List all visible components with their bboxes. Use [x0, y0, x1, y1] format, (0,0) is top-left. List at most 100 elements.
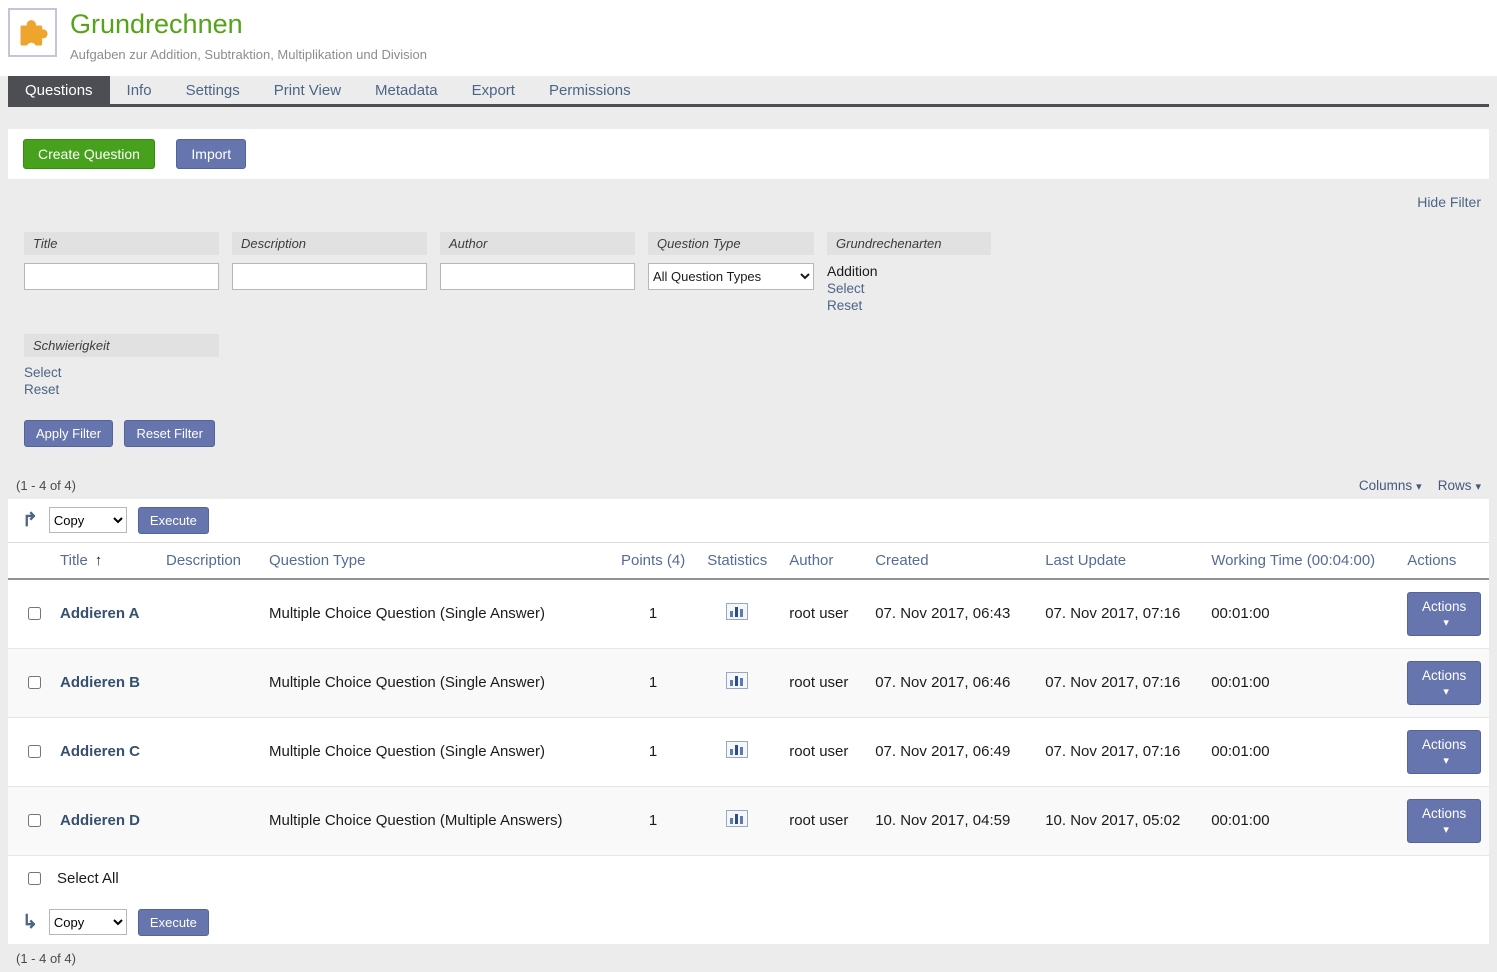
filter-author-input[interactable]: [440, 263, 635, 290]
select-all-label: Select All: [57, 870, 119, 887]
row-checkbox[interactable]: [28, 676, 41, 689]
tab-metadata[interactable]: Metadata: [358, 76, 455, 104]
toolbar: Create Question Import: [8, 129, 1489, 179]
execute-button-top[interactable]: Execute: [138, 507, 209, 534]
column-header-working-time: Working Time (00:04:00): [1203, 542, 1399, 579]
filter-author-label: Author: [440, 232, 635, 255]
filter-field-description: Description: [232, 232, 427, 290]
column-header-actions: Actions: [1399, 542, 1489, 579]
caret-down-icon: ▾: [1443, 755, 1449, 767]
caret-down-icon: ▾: [1475, 481, 1481, 493]
row-checkbox[interactable]: [28, 607, 41, 620]
points-cell: 1: [613, 579, 693, 649]
description-cell: [158, 648, 261, 717]
question-title-link[interactable]: Addieren D: [60, 812, 140, 829]
filter-question-type-label: Question Type: [648, 232, 814, 255]
actions-button-label: Actions: [1422, 668, 1466, 683]
hide-filter-link[interactable]: Hide Filter: [1417, 194, 1481, 210]
statistics-chart-icon[interactable]: [726, 603, 748, 624]
grundrechenarten-select-link[interactable]: Select: [827, 280, 991, 297]
working-time-cell: 00:01:00: [1203, 579, 1399, 649]
tab-permissions[interactable]: Permissions: [532, 76, 648, 104]
column-header-last-update[interactable]: Last Update: [1037, 542, 1203, 579]
grundrechenarten-reset-link[interactable]: Reset: [827, 297, 991, 314]
actions-button-label: Actions: [1422, 599, 1466, 614]
questions-table: Title↑ Description Question Type Points …: [8, 542, 1489, 856]
last-update-cell: 10. Nov 2017, 05:02: [1037, 786, 1203, 855]
schwierigkeit-select-link[interactable]: Select: [24, 364, 219, 381]
page: Grundrechnen Aufgaben zur Addition, Subt…: [0, 0, 1497, 972]
reset-filter-button[interactable]: Reset Filter: [124, 420, 214, 447]
questions-table-card: ↱ Copy Execute Title↑ Description Questi…: [8, 499, 1489, 944]
tab-bar: Questions Info Settings Print View Metad…: [8, 76, 1489, 107]
created-cell: 07. Nov 2017, 06:43: [867, 579, 1037, 649]
bulk-actions-bottom: ↳ Copy Execute: [8, 901, 1489, 944]
statistics-chart-icon[interactable]: [726, 810, 748, 831]
filter-field-question-type: Question Type All Question Types: [648, 232, 814, 290]
page-title: Grundrechnen: [70, 8, 427, 42]
column-header-statistics: Statistics: [693, 542, 781, 579]
header-text: Grundrechnen Aufgaben zur Addition, Subt…: [70, 8, 427, 62]
filter-title-input[interactable]: [24, 263, 219, 290]
column-header-points[interactable]: Points (4): [613, 542, 693, 579]
table-row: Addieren C Multiple Choice Question (Sin…: [8, 717, 1489, 786]
row-actions-button[interactable]: Actions ▾: [1407, 592, 1481, 636]
statistics-chart-icon[interactable]: [726, 672, 748, 693]
apply-filter-button[interactable]: Apply Filter: [24, 420, 113, 447]
column-header-title-label: Title: [60, 552, 88, 569]
header-checkbox-spacer: [8, 542, 52, 579]
table-row: Addieren A Multiple Choice Question (Sin…: [8, 579, 1489, 649]
row-actions-button[interactable]: Actions ▾: [1407, 730, 1481, 774]
column-header-description[interactable]: Description: [158, 542, 261, 579]
import-button[interactable]: Import: [176, 139, 246, 169]
columns-menu[interactable]: Columns▾: [1359, 478, 1422, 493]
filter-question-type-select[interactable]: All Question Types: [648, 263, 814, 290]
tab-print-view[interactable]: Print View: [257, 76, 358, 104]
last-update-cell: 07. Nov 2017, 07:16: [1037, 717, 1203, 786]
tab-settings[interactable]: Settings: [169, 76, 257, 104]
statistics-chart-icon[interactable]: [726, 741, 748, 762]
bulk-action-select-top[interactable]: Copy: [49, 507, 127, 533]
table-meta: (1 - 4 of 4) Columns▾ Rows▾: [16, 478, 1481, 493]
question-title-link[interactable]: Addieren A: [60, 605, 139, 622]
caret-down-icon: ▾: [1443, 824, 1449, 836]
tab-questions[interactable]: Questions: [8, 76, 110, 104]
description-cell: [158, 579, 261, 649]
row-actions-button[interactable]: Actions ▾: [1407, 661, 1481, 705]
tab-info[interactable]: Info: [110, 76, 169, 104]
row-checkbox[interactable]: [28, 814, 41, 827]
header: Grundrechnen Aufgaben zur Addition, Subt…: [0, 0, 1497, 76]
filter-schwierigkeit-label: Schwierigkeit: [24, 334, 219, 357]
column-header-title[interactable]: Title↑: [52, 542, 158, 579]
column-header-question-type[interactable]: Question Type: [261, 542, 613, 579]
description-cell: [158, 717, 261, 786]
caret-down-icon: ▾: [1443, 686, 1449, 698]
question-title-link[interactable]: Addieren B: [60, 674, 140, 691]
question-pool-icon: [8, 8, 57, 57]
schwierigkeit-reset-link[interactable]: Reset: [24, 381, 219, 398]
created-cell: 07. Nov 2017, 06:46: [867, 648, 1037, 717]
tab-export[interactable]: Export: [455, 76, 532, 104]
column-header-created[interactable]: Created: [867, 542, 1037, 579]
row-checkbox[interactable]: [28, 745, 41, 758]
caret-down-icon: ▾: [1416, 481, 1422, 493]
working-time-cell: 00:01:00: [1203, 648, 1399, 717]
question-type-cell: Multiple Choice Question (Single Answer): [261, 717, 613, 786]
filter-description-label: Description: [232, 232, 427, 255]
question-title-link[interactable]: Addieren C: [60, 743, 140, 760]
row-actions-button[interactable]: Actions ▾: [1407, 799, 1481, 843]
filter-description-input[interactable]: [232, 263, 427, 290]
created-cell: 07. Nov 2017, 06:49: [867, 717, 1037, 786]
column-header-author[interactable]: Author: [781, 542, 867, 579]
execute-button-bottom[interactable]: Execute: [138, 909, 209, 936]
bulk-action-select-bottom[interactable]: Copy: [49, 909, 127, 935]
rows-menu-label: Rows: [1438, 478, 1472, 493]
create-question-button[interactable]: Create Question: [23, 139, 155, 169]
result-range-bottom: (1 - 4 of 4): [16, 951, 1481, 972]
points-cell: 1: [613, 648, 693, 717]
question-type-cell: Multiple Choice Question (Single Answer): [261, 579, 613, 649]
rows-menu[interactable]: Rows▾: [1438, 478, 1481, 493]
author-cell: root user: [781, 579, 867, 649]
table-row: Addieren D Multiple Choice Question (Mul…: [8, 786, 1489, 855]
select-all-checkbox[interactable]: [28, 872, 41, 885]
